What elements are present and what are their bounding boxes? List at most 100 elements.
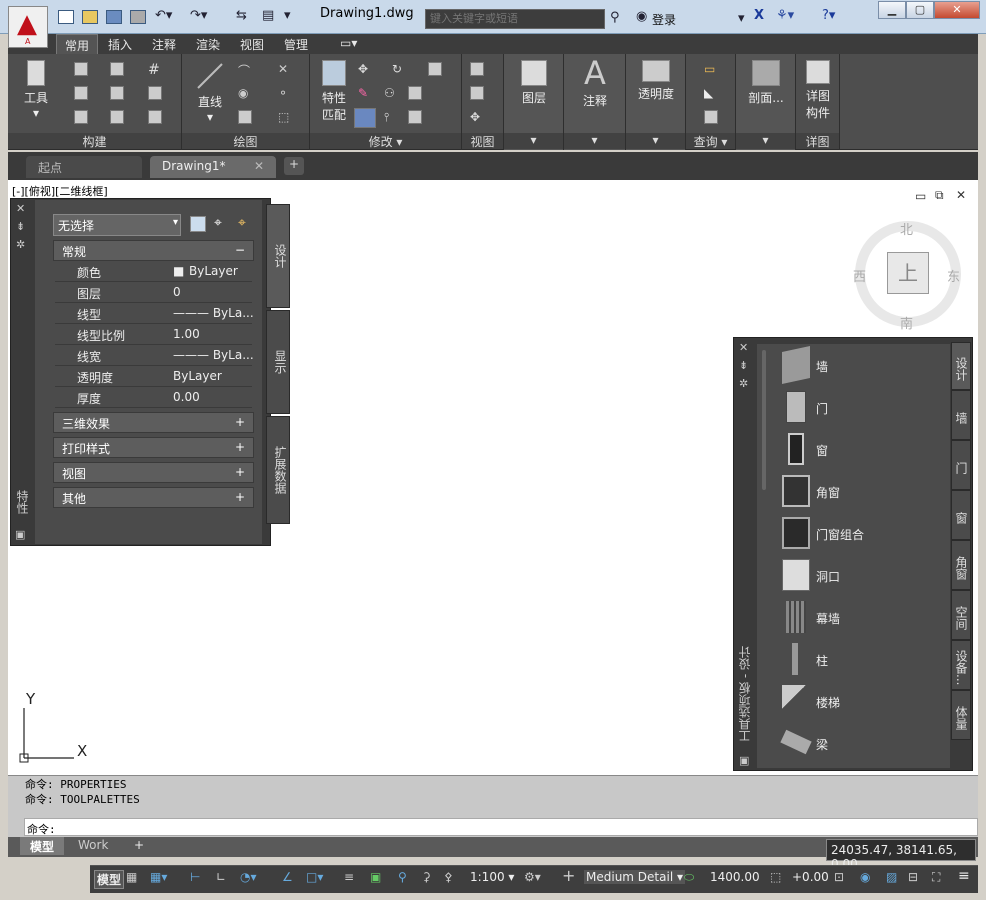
match-properties-button[interactable]: 特性 匹配 [314,60,354,123]
qat-customize-icon[interactable]: ▾ [284,8,291,23]
close-button[interactable]: ✕ [934,1,980,19]
section-plot-style[interactable]: 打印样式 + [53,437,254,458]
annotation-scale-icon[interactable]: ⚴ [444,870,453,884]
annotation-visibility-icon[interactable]: ⚲ [398,870,407,884]
login-button[interactable]: 登录 [652,11,676,28]
rotate-icon[interactable]: ↻ [392,62,406,76]
palette-item-stair[interactable]: 楼梯 [780,681,950,721]
detail-level-dropdown[interactable]: Medium Detail ▾ [584,870,685,884]
palette-item-column[interactable]: 柱 [780,639,950,679]
help-icon[interactable]: ?▾ [822,8,835,23]
palette-autohide-icon[interactable]: ⇟ [739,359,748,372]
palette-tab-design[interactable]: 设计 [951,342,971,390]
tab-layout-work[interactable]: Work [68,837,118,855]
props-tab-display[interactable]: 显示 [266,310,290,414]
array-icon[interactable] [408,110,422,124]
palette-item-door-window-assembly[interactable]: 门窗组合 [780,513,950,553]
viewport-label[interactable]: [-][俯视][二维线框] [12,183,108,199]
panel-query-title[interactable]: 查询 ▾ [686,133,735,149]
tab-model[interactable]: 模型 [20,837,65,855]
close-tab-icon[interactable]: ✕ [254,159,264,173]
props-tab-extended-data[interactable]: 扩展数据 [266,416,290,524]
search-input[interactable] [425,9,605,29]
user-icon[interactable]: ◉ [636,9,647,24]
palette-properties-icon[interactable]: ▣ [739,754,749,767]
grid-tool-icon[interactable] [74,110,88,124]
slab-icon[interactable] [148,110,162,124]
arc-icon[interactable]: ✕ [278,62,292,76]
application-menu-button[interactable]: ▲ A [8,6,48,48]
section-3d-effects[interactable]: 三维效果 + [53,412,254,433]
palette-close-icon[interactable]: ✕ [739,341,748,354]
section-misc[interactable]: 其他 + [53,487,254,508]
palette-item-opening[interactable]: 洞口 [780,555,950,595]
section-dropdown[interactable]: ▾ [736,133,795,149]
copy-icon[interactable]: ⚇ [384,86,398,100]
viewcube-west[interactable]: 西 [853,266,866,285]
section-button[interactable]: 剖面... [740,60,792,106]
viewcube-north[interactable]: 北 [900,219,913,238]
prop-row-lineweight[interactable]: 线宽 ——— ByLa... [55,345,254,366]
palette-item-curtain-wall[interactable]: 幕墙 [780,597,950,637]
fullscreen-icon[interactable]: ⛶ [932,870,940,885]
hardware-accel-icon[interactable]: ▨ [886,870,897,884]
props-tab-design[interactable]: 设计 [266,204,290,308]
elevation-icon[interactable]: ⬚ [770,870,781,884]
palette-item-beam[interactable]: 梁 [780,723,950,763]
clean-screen-icon[interactable]: ⊟ [908,870,918,884]
erase-icon[interactable]: ✎ [358,86,372,100]
ribbon-minimize-icon[interactable]: ▭▾ [332,34,365,54]
infer-constraints-icon[interactable]: ⊢ [190,870,200,884]
undo-icon[interactable]: ↶▾ [155,8,172,23]
palette-tab-wall[interactable]: 墙 [951,390,971,440]
crosshair-icon[interactable]: + [562,866,575,885]
object-snap-icon[interactable]: □▾ [306,870,323,884]
cut-plane-icon[interactable]: ⬭ [684,870,694,885]
prop-row-linetype[interactable]: 线型 ——— ByLa... [55,303,254,324]
properties-quickselect-icon[interactable]: ▣ [15,528,25,541]
section-general[interactable]: 常规 − [53,240,254,261]
palette-item-wall[interactable]: 墙 [780,345,950,385]
palette-tab-mass[interactable]: 体量 [951,690,971,740]
transparency-button[interactable]: 透明度 [630,60,682,102]
minimize-button[interactable]: ▁ [878,1,906,19]
detail-component-button[interactable]: 详图 构件 [800,60,836,121]
share-icon[interactable]: ⇆ [236,8,247,23]
tab-insert[interactable]: 插入 [100,34,140,54]
layers-button[interactable]: 图层 [512,60,556,106]
viewcube-top-face[interactable]: 上 [887,252,929,294]
customize-menu-icon[interactable]: ≡ [958,868,970,884]
selection-combo[interactable]: 无选择 ▾ [53,214,181,236]
palette-tab-window[interactable]: 窗 [951,490,971,540]
palette-scrollbar[interactable] [762,350,766,490]
tab-view[interactable]: 视图 [232,34,272,54]
circle-icon[interactable]: ◉ [238,86,252,100]
redo-icon[interactable]: ↷▾ [190,8,207,23]
transparency-toggle-icon[interactable]: ▣ [370,870,381,884]
login-dropdown-icon[interactable]: ▾ [738,11,745,26]
properties-settings-icon[interactable]: ✲ [16,238,25,251]
elevation-offset[interactable]: +0.00 [792,870,829,884]
polar-tracking-icon[interactable]: ◔▾ [240,870,257,884]
column-icon[interactable] [148,86,162,100]
toggle-pickadd-icon[interactable] [190,216,206,232]
door-tool-icon[interactable] [74,86,88,100]
tab-annotate[interactable]: 注释 [144,34,184,54]
hatch-icon[interactable]: ⚬ [278,86,292,100]
rectangle-icon[interactable] [238,110,252,124]
wall-tool-icon[interactable] [74,62,88,76]
calculator-icon[interactable] [704,110,718,124]
save-icon[interactable] [106,10,122,24]
snap-mode-icon[interactable]: ▦▾ [150,870,167,884]
prop-row-linetype-scale[interactable]: 线型比例 1.00 [55,324,252,345]
palette-tab-space[interactable]: 空间 [951,590,971,640]
coordinate-display[interactable]: 24035.47, 38141.65, 0.00 [826,839,976,871]
palette-settings-icon[interactable]: ✲ [739,377,748,390]
stair-tool-icon[interactable] [110,86,124,100]
annotate-button[interactable]: A 注释 [572,54,618,109]
palette-item-corner-window[interactable]: 角窗 [780,471,950,511]
viewport-restore-icon[interactable]: ⧉ [935,188,944,203]
annotation-scale-value[interactable]: 1:100 ▾ [470,870,514,884]
command-input[interactable]: 命令: [24,818,978,836]
ortho-mode-icon[interactable]: ∟ [216,870,226,884]
